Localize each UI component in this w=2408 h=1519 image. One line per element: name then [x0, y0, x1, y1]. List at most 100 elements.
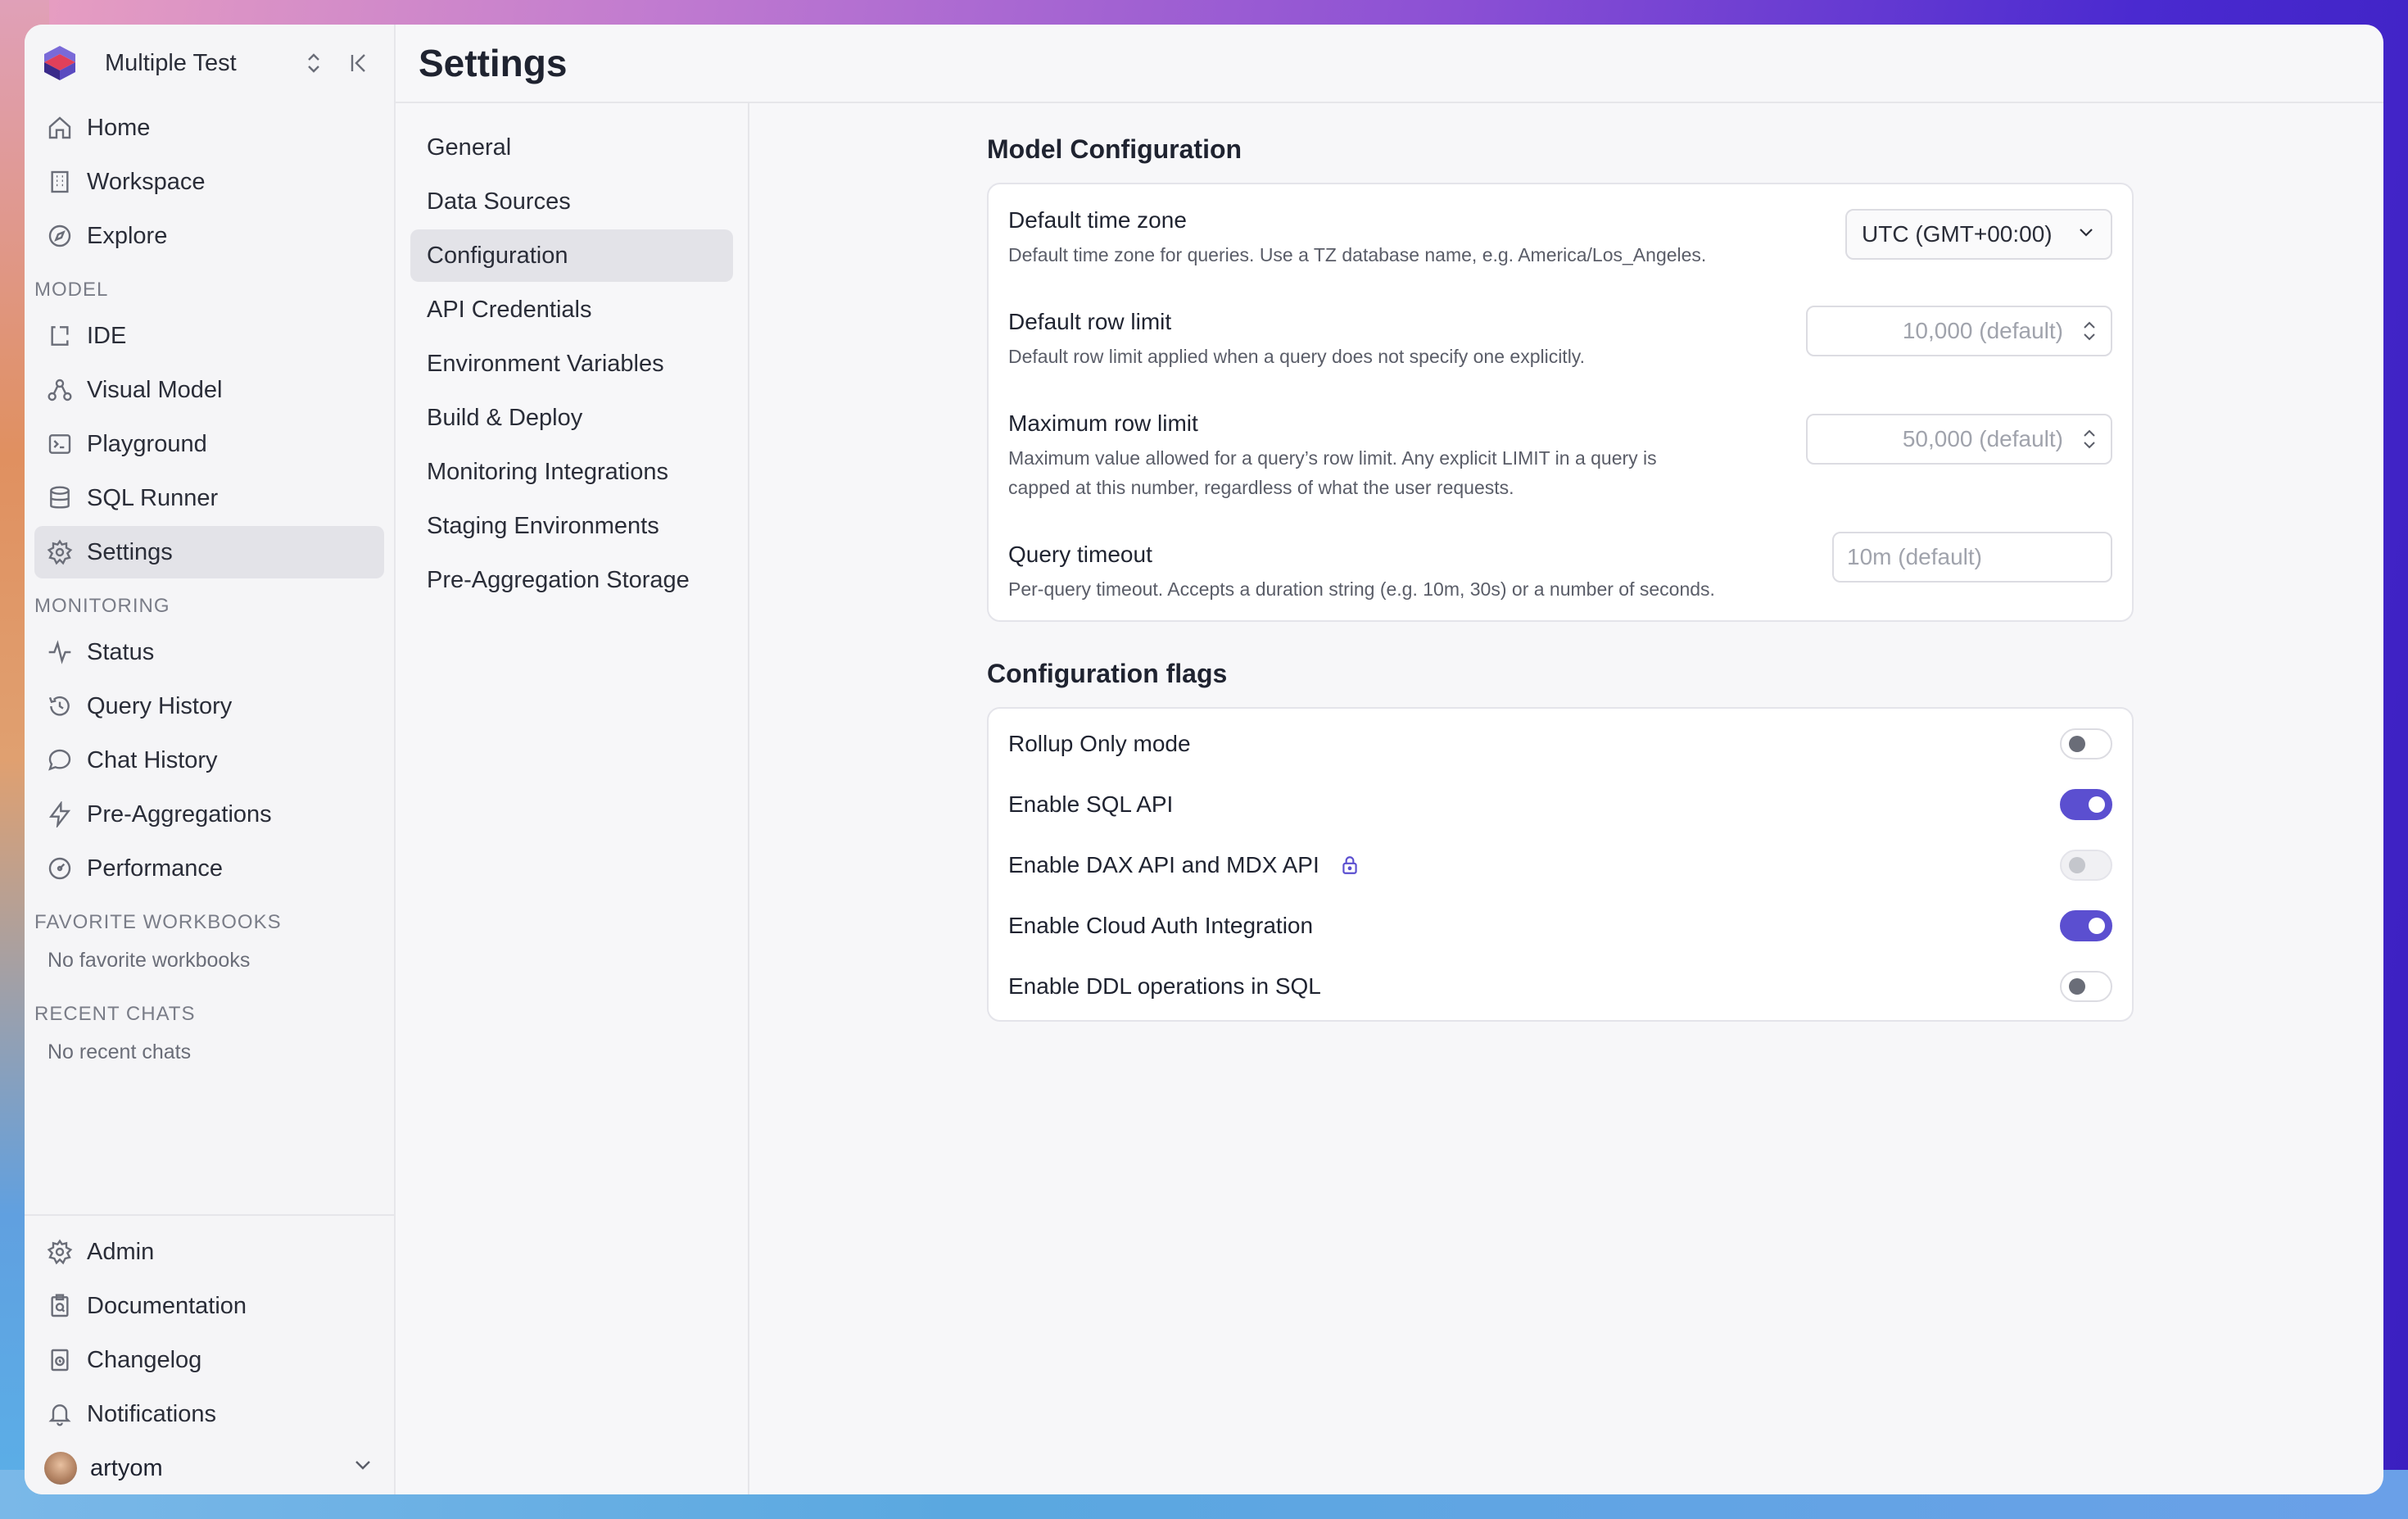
flag-cloud-auth: Enable Cloud Auth Integration — [989, 896, 2132, 956]
changelog-icon — [46, 1346, 74, 1374]
flag-label: Rollup Only mode — [1008, 731, 1191, 756]
sidebar-bottom: Admin Documentation Changelog Notificati… — [25, 1214, 394, 1494]
settings-main: Model Configuration Default time zone De… — [749, 103, 2383, 1494]
query-timeout-desc: Per-query timeout. Accepts a duration st… — [1008, 578, 1715, 600]
gear-icon — [46, 1238, 74, 1266]
sidebar-item-chat-history[interactable]: Chat History — [34, 734, 384, 787]
sidebar-item-notifications[interactable]: Notifications — [34, 1388, 384, 1440]
collapse-sidebar-icon[interactable] — [343, 47, 376, 79]
sidebar-item-home[interactable]: Home — [34, 102, 384, 154]
sidebar-item-settings[interactable]: Settings — [34, 526, 384, 578]
sidebar-item-label: Documentation — [87, 1292, 247, 1319]
section-label-favorites: FAVORITE WORKBOOKS — [34, 911, 282, 933]
chevron-down-icon[interactable] — [351, 1453, 374, 1483]
sql-api-toggle[interactable] — [2060, 789, 2112, 820]
sidebar-item-explore[interactable]: Explore — [34, 210, 384, 262]
user-menu[interactable]: artyom — [34, 1442, 384, 1494]
favorites-empty-text: No favorite workbooks — [48, 949, 251, 972]
home-icon — [46, 114, 74, 142]
cloud-auth-toggle[interactable] — [2060, 910, 2112, 941]
sidebar: Multiple Test Home Workspace Explore MOD — [25, 25, 396, 1494]
compass-icon — [46, 222, 74, 250]
row-limit-label: Default row limit — [1008, 309, 1172, 334]
user-name: artyom — [90, 1454, 163, 1481]
diagram-icon — [46, 376, 74, 404]
sidebar-item-admin[interactable]: Admin — [34, 1226, 384, 1278]
sidebar-item-label: Visual Model — [87, 376, 223, 403]
sidebar-item-documentation[interactable]: Documentation — [34, 1280, 384, 1332]
workspace-switcher-icon[interactable] — [297, 47, 330, 79]
sidebar-item-ide[interactable]: IDE — [34, 310, 384, 362]
database-icon — [46, 484, 74, 512]
query-timeout-input[interactable]: 10m (default) — [1832, 532, 2112, 583]
sidebar-item-performance[interactable]: Performance — [34, 842, 384, 895]
pulse-icon — [46, 638, 74, 666]
sidebar-item-playground[interactable]: Playground — [34, 418, 384, 470]
rollup-only-toggle[interactable] — [2060, 728, 2112, 760]
tab-configuration[interactable]: Configuration — [410, 229, 733, 282]
row-limit-setting: Default row limit Default row limit appl… — [989, 306, 2132, 371]
flag-label: Enable SQL API — [1008, 791, 1174, 817]
page-title: Settings — [419, 42, 568, 84]
flag-label: Enable DAX API and MDX API — [1008, 852, 1319, 877]
query-timeout-label: Query timeout — [1008, 542, 1152, 567]
max-row-limit-label: Maximum row limit — [1008, 410, 1198, 436]
monitoring-nav: Status Query History Chat History Pre-Ag… — [25, 626, 394, 896]
settings-subnav: General Data Sources Configuration API C… — [396, 103, 749, 1494]
topbar: Settings — [396, 25, 2383, 103]
flag-ddl-operations: Enable DDL operations in SQL — [989, 956, 2132, 1017]
terminal-icon — [46, 430, 74, 458]
ide-icon — [46, 322, 74, 350]
max-row-limit-input[interactable]: 50,000 (default) — [1806, 414, 2112, 465]
max-row-limit-desc: Maximum value allowed for a query’s row … — [1008, 443, 1806, 502]
workspace-name[interactable]: Multiple Test — [105, 50, 284, 77]
flag-label: Enable Cloud Auth Integration — [1008, 913, 1314, 938]
sidebar-item-query-history[interactable]: Query History — [34, 680, 384, 732]
lock-icon — [1342, 856, 1357, 874]
chevron-down-icon — [2076, 221, 2096, 247]
tab-build-deploy[interactable]: Build & Deploy — [410, 392, 733, 444]
model-configuration-title: Model Configuration — [987, 134, 1242, 164]
sidebar-item-label: Settings — [87, 538, 173, 565]
ddl-operations-toggle[interactable] — [2060, 971, 2112, 1002]
tab-pre-aggregation-storage[interactable]: Pre-Aggregation Storage — [410, 554, 733, 606]
tab-monitoring-integrations[interactable]: Monitoring Integrations — [410, 446, 733, 498]
sidebar-item-status[interactable]: Status — [34, 626, 384, 678]
sidebar-item-pre-aggregations[interactable]: Pre-Aggregations — [34, 788, 384, 841]
row-limit-input[interactable]: 10,000 (default) — [1806, 306, 2112, 356]
query-timeout-setting: Query timeout Per-query timeout. Accepts… — [989, 532, 2132, 604]
max-row-limit-placeholder: 50,000 (default) — [1902, 426, 2063, 451]
tab-staging-environments[interactable]: Staging Environments — [410, 500, 733, 552]
sidebar-item-label: Admin — [87, 1238, 155, 1265]
sidebar-item-label: IDE — [87, 322, 127, 349]
bell-icon — [46, 1400, 74, 1428]
sidebar-item-visual-model[interactable]: Visual Model — [34, 364, 384, 416]
sidebar-item-label: Notifications — [87, 1400, 216, 1427]
tab-api-credentials[interactable]: API Credentials — [410, 283, 733, 336]
sidebar-item-sql-runner[interactable]: SQL Runner — [34, 472, 384, 524]
tab-general[interactable]: General — [410, 121, 733, 174]
row-limit-stepper[interactable] — [2080, 320, 2099, 342]
chat-icon — [46, 746, 74, 774]
dax-mdx-api-toggle[interactable] — [2060, 850, 2112, 881]
timezone-select[interactable]: UTC (GMT+00:00) — [1845, 209, 2112, 260]
building-icon — [46, 168, 74, 196]
flag-label-row: Enable DAX API and MDX API — [1008, 852, 2060, 878]
sidebar-item-label: Performance — [87, 855, 224, 882]
tab-data-sources[interactable]: Data Sources — [410, 175, 733, 228]
docs-icon — [46, 1292, 74, 1320]
timezone-label: Default time zone — [1008, 207, 1187, 233]
logo-icon — [44, 46, 75, 80]
model-nav: IDE Visual Model Playground SQL Runner S… — [25, 310, 394, 580]
sidebar-item-workspace[interactable]: Workspace — [34, 156, 384, 208]
max-row-limit-stepper[interactable] — [2080, 428, 2099, 451]
flag-rollup-only: Rollup Only mode — [989, 714, 2132, 774]
tab-environment-variables[interactable]: Environment Variables — [410, 338, 733, 390]
sidebar-item-label: Changelog — [87, 1346, 202, 1373]
flag-dax-mdx-api: Enable DAX API and MDX API — [989, 835, 2132, 896]
content-body: General Data Sources Configuration API C… — [396, 103, 2383, 1494]
flag-label: Enable DDL operations in SQL — [1008, 973, 1321, 999]
configuration-flags-card: Rollup Only mode Enable SQL API Enable D… — [987, 707, 2134, 1022]
sidebar-item-changelog[interactable]: Changelog — [34, 1334, 384, 1386]
sidebar-item-label: SQL Runner — [87, 484, 219, 511]
